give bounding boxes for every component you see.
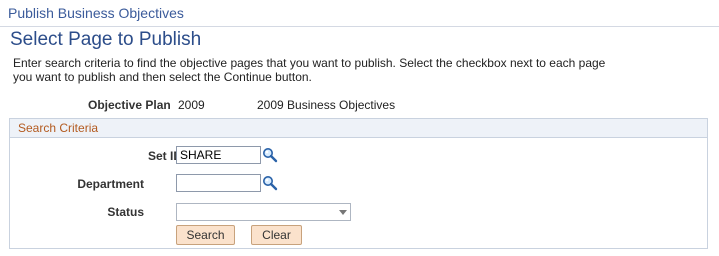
status-label: Status [107,205,144,219]
department-input[interactable] [176,174,261,192]
chevron-down-icon [339,210,347,215]
objective-plan-year: 2009 [178,98,205,112]
search-button[interactable]: Search [176,225,235,245]
header-divider [0,26,719,27]
clear-button[interactable]: Clear [251,225,302,245]
department-label: Department [77,177,144,191]
setid-lookup-icon[interactable] [262,147,278,163]
setid-label: Set ID [147,149,182,163]
setid-input[interactable] [176,146,261,164]
objective-plan-description: 2009 Business Objectives [257,98,396,112]
status-select[interactable] [176,203,351,221]
department-lookup-icon[interactable] [262,175,278,191]
objective-plan-label: Objective Plan [88,98,171,112]
page-title: Select Page to Publish [10,29,202,50]
instructions-text: Enter search criteria to find the object… [13,56,606,84]
search-criteria-section: Search Criteria Set ID Department Status… [9,118,708,249]
search-criteria-header: Search Criteria [10,119,707,138]
breadcrumb: Publish Business Objectives [8,5,184,21]
